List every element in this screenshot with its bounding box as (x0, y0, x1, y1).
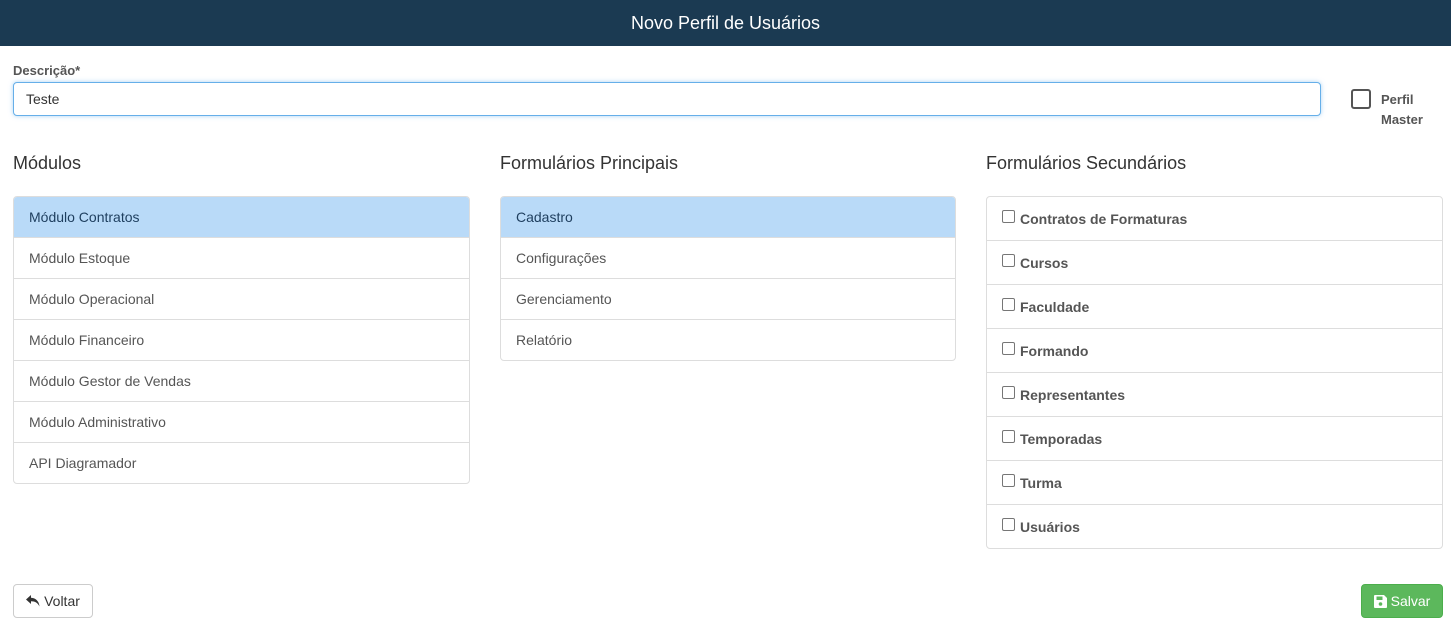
form-secundario-label: Contratos de Formaturas (1020, 210, 1188, 227)
formularios-secundarios-list: Contratos de Formaturas Cursos Faculdade… (986, 196, 1443, 549)
voltar-button[interactable]: Voltar (13, 584, 93, 618)
floppy-disk-icon (1373, 594, 1387, 608)
reply-icon (26, 595, 40, 607)
formularios-principais-title: Formulários Principais (500, 153, 679, 173)
form-secundario-item[interactable]: Cursos (987, 240, 1442, 284)
form-principal-relatorio[interactable]: Relatório (501, 319, 955, 360)
form-principal-cadastro[interactable]: Cadastro (501, 197, 955, 237)
checkbox[interactable] (1002, 518, 1015, 531)
modulos-list: Módulo Contratos Módulo Estoque Módulo O… (13, 196, 470, 484)
formularios-principais-list: Cadastro Configurações Gerenciamento Rel… (500, 196, 956, 361)
checkbox[interactable] (1002, 298, 1015, 311)
form-secundario-label: Usuários (1020, 518, 1080, 535)
checkbox[interactable] (1002, 210, 1015, 223)
form-secundario-label: Turma (1020, 474, 1062, 491)
checkbox[interactable] (1002, 342, 1015, 355)
checkbox[interactable] (1002, 386, 1015, 399)
checkbox[interactable] (1002, 254, 1015, 267)
form-secundario-label: Temporadas (1020, 430, 1103, 447)
page-header: Novo Perfil de Usuários (0, 0, 1451, 46)
form-principal-gerenciamento[interactable]: Gerenciamento (501, 278, 955, 319)
form-secundario-label: Formando (1020, 342, 1089, 359)
perfil-master-label[interactable]: Perfil Master (1381, 90, 1441, 130)
page-title: Novo Perfil de Usuários (630, 12, 821, 33)
formularios-secundarios-title: Formulários Secundários (986, 153, 1187, 173)
salvar-label: Salvar (1390, 593, 1431, 609)
descricao-input[interactable] (13, 82, 1321, 116)
form-secundario-label: Cursos (1020, 254, 1069, 271)
modulo-item-estoque[interactable]: Módulo Estoque (14, 237, 469, 278)
descricao-label: Descrição* (13, 63, 81, 78)
form-secundario-item[interactable]: Contratos de Formaturas (987, 197, 1442, 240)
salvar-button[interactable]: Salvar (1361, 584, 1443, 618)
modulo-item-contratos[interactable]: Módulo Contratos (14, 197, 469, 237)
checkbox[interactable] (1002, 430, 1015, 443)
checkbox[interactable] (1002, 474, 1015, 487)
form-secundario-item[interactable]: Turma (987, 460, 1442, 504)
form-principal-configuracoes[interactable]: Configurações (501, 237, 955, 278)
form-secundario-item[interactable]: Faculdade (987, 284, 1442, 328)
voltar-label: Voltar (44, 593, 80, 609)
modulos-title: Módulos (13, 153, 82, 173)
modulo-item-financeiro[interactable]: Módulo Financeiro (14, 319, 469, 360)
perfil-master-checkbox[interactable] (1351, 89, 1371, 109)
form-secundario-item[interactable]: Representantes (987, 372, 1442, 416)
form-secundario-item[interactable]: Usuários (987, 504, 1442, 548)
modulo-item-gestor-vendas[interactable]: Módulo Gestor de Vendas (14, 360, 469, 401)
form-secundario-item[interactable]: Formando (987, 328, 1442, 372)
modulo-item-administrativo[interactable]: Módulo Administrativo (14, 401, 469, 442)
modulo-item-operacional[interactable]: Módulo Operacional (14, 278, 469, 319)
modulo-item-api-diagramador[interactable]: API Diagramador (14, 442, 469, 483)
form-secundario-label: Representantes (1020, 386, 1126, 403)
form-secundario-item[interactable]: Temporadas (987, 416, 1442, 460)
form-secundario-label: Faculdade (1020, 298, 1090, 315)
